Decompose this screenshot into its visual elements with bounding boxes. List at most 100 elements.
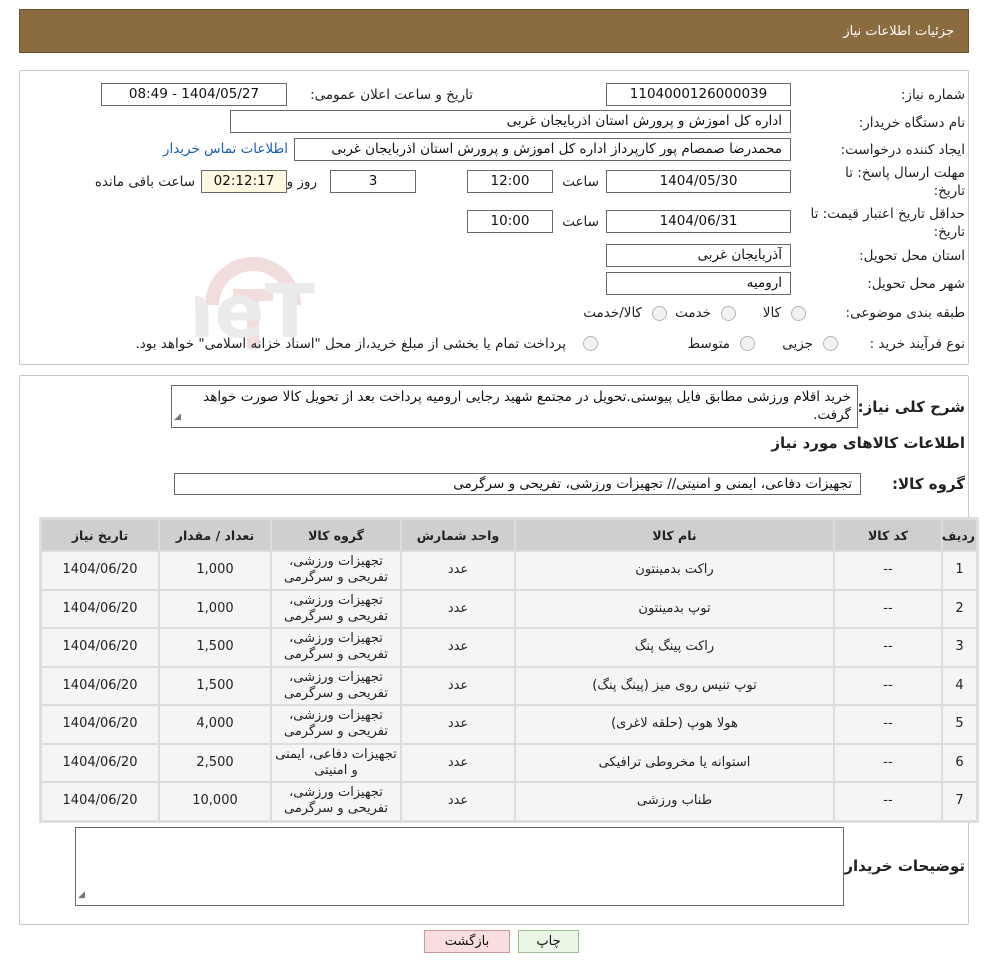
- unit-cell: عدد: [402, 590, 514, 627]
- need-date-cell: 1404/06/20: [42, 706, 158, 743]
- category-label: طبقه بندی موضوعی:: [845, 305, 965, 321]
- need-date-cell: 1404/06/20: [42, 590, 158, 627]
- process-medium-label: متوسط: [687, 336, 730, 352]
- item-group-cell: تجهیزات ورزشی، تفریحی و سرگرمی: [272, 590, 400, 627]
- creator-field: محمدرضا صمصام پور کارپرداز اداره کل اموز…: [294, 138, 791, 161]
- item-group-cell: تجهیزات ورزشی، تفریحی و سرگرمی: [272, 667, 400, 704]
- process-small-radio[interactable]: [823, 336, 838, 351]
- resize-grip-icon: ◢: [78, 890, 85, 900]
- item-name-cell: توپ بدمینتون: [516, 590, 833, 627]
- item-code-cell: --: [835, 783, 941, 820]
- item-group-cell: تجهیزات ورزشی، تفریحی و سرگرمی: [272, 783, 400, 820]
- price-validity-label-date: تاریخ:: [933, 224, 965, 240]
- city-label: شهر محل تحویل:: [867, 276, 965, 292]
- validity-time-label: ساعت: [562, 214, 599, 230]
- item-code-cell: --: [835, 706, 941, 743]
- item-group-cell: تجهیزات دفاعی، ایمنی و امنیتی: [272, 744, 400, 781]
- price-validity-label: حداقل تاریخ اعتبار قیمت: تا: [810, 206, 965, 222]
- quantity-cell: 4,000: [160, 706, 270, 743]
- table-row: 4 -- توپ تنیس روی میز (پینگ پنگ) عدد تجهیزات…: [42, 667, 976, 704]
- city-field: ارومیه: [606, 272, 791, 295]
- description-text: خرید اقلام ورزشی مطابق فایل پیوستی.تحویل…: [203, 389, 851, 423]
- announce-datetime-label: تاریخ و ساعت اعلان عمومی:: [310, 87, 473, 103]
- deadline-label: مهلت ارسال پاسخ: تا: [845, 165, 965, 181]
- province-field: آذربایجان غربی: [606, 244, 791, 267]
- item-name-cell: هولا هوپ (حلقه لاغری): [516, 706, 833, 743]
- item-code-cell: --: [835, 744, 941, 781]
- table-header-cell: واحد شمارش: [402, 520, 514, 550]
- quantity-cell: 10,000: [160, 783, 270, 820]
- category-goods-radio[interactable]: [791, 306, 806, 321]
- deadline-time-field: 12:00: [467, 170, 553, 193]
- quantity-cell: 1,500: [160, 629, 270, 666]
- need-number-field: 1104000126000039: [606, 83, 791, 106]
- item-name-cell: استوانه یا مخروطی ترافیکی: [516, 744, 833, 781]
- province-label: استان محل تحویل:: [859, 248, 965, 264]
- table-row: 7 -- طناب ورزشی عدد تجهیزات ورزشی، تفریحی و …: [42, 783, 976, 820]
- buyer-notes-textarea[interactable]: ◢: [75, 827, 844, 906]
- process-medium-radio[interactable]: [740, 336, 755, 351]
- item-group-cell: تجهیزات ورزشی، تفریحی و سرگرمی: [272, 706, 400, 743]
- unit-cell: عدد: [402, 552, 514, 589]
- buyer-org-label: نام دستگاه خریدار:: [858, 115, 965, 131]
- goods-group-label: گروه کالا:: [892, 475, 965, 493]
- category-service-radio[interactable]: [721, 306, 736, 321]
- table-header-row: ردیف کد کالا نام کالا واحد شمارش گروه کالا تع…: [42, 520, 976, 550]
- table-row: 5 -- هولا هوپ (حلقه لاغری) عدد تجهیزات ورزشی…: [42, 706, 976, 743]
- table-header-cell: نام کالا: [516, 520, 833, 550]
- treasury-payment-checkbox[interactable]: [583, 336, 598, 351]
- remaining-time-field: 02:12:17: [201, 170, 287, 193]
- item-name-cell: توپ تنیس روی میز (پینگ پنگ): [516, 667, 833, 704]
- need-date-cell: 1404/06/20: [42, 629, 158, 666]
- table-header-cell: تعداد / مقدار: [160, 520, 270, 550]
- need-date-cell: 1404/06/20: [42, 783, 158, 820]
- unit-cell: عدد: [402, 783, 514, 820]
- buyer-org-field: اداره کل اموزش و پرورش استان اذربایجان غ…: [230, 110, 791, 133]
- quantity-cell: 1,000: [160, 590, 270, 627]
- category-goods-service-label: کالا/خدمت: [583, 305, 642, 321]
- validity-date-field: 1404/06/31: [606, 210, 791, 233]
- need-date-cell: 1404/06/20: [42, 744, 158, 781]
- deadline-label-date: تاریخ:: [933, 183, 965, 199]
- row-number-cell: 5: [943, 706, 976, 743]
- item-code-cell: --: [835, 667, 941, 704]
- quantity-cell: 1,000: [160, 552, 270, 589]
- days-label: روز و: [286, 174, 317, 190]
- table-header-cell: کد کالا: [835, 520, 941, 550]
- row-number-cell: 1: [943, 552, 976, 589]
- treasury-payment-note: پرداخت تمام یا بخشی از مبلغ خرید،از محل …: [135, 336, 566, 352]
- announce-datetime-field: 1404/05/27 - 08:49: [101, 83, 287, 106]
- row-number-cell: 7: [943, 783, 976, 820]
- remaining-time-label: ساعت باقی مانده: [94, 174, 195, 190]
- description-label: شرح کلی نیاز:: [857, 398, 965, 416]
- buyer-contact-link[interactable]: اطلاعات تماس خریدار: [163, 141, 288, 157]
- creator-label: ایجاد کننده درخواست:: [840, 142, 965, 158]
- page-header: جزئیات اطلاعات نیاز: [19, 9, 969, 53]
- need-date-cell: 1404/06/20: [42, 667, 158, 704]
- buyer-notes-label: توضیحات خریدار:: [838, 857, 965, 875]
- table-row: 1 -- راکت بدمینتون عدد تجهیزات ورزشی، تفریحی…: [42, 552, 976, 589]
- item-code-cell: --: [835, 552, 941, 589]
- quantity-cell: 1,500: [160, 667, 270, 704]
- unit-cell: عدد: [402, 706, 514, 743]
- goods-section-title: اطلاعات کالاهای مورد نیاز: [771, 434, 965, 452]
- table-row: 2 -- توپ بدمینتون عدد تجهیزات ورزشی، تفریحی …: [42, 590, 976, 627]
- unit-cell: عدد: [402, 629, 514, 666]
- back-button[interactable]: بازگشت: [424, 930, 510, 953]
- category-goods-service-radio[interactable]: [652, 306, 667, 321]
- print-button[interactable]: چاپ: [518, 930, 579, 953]
- validity-time-field: 10:00: [467, 210, 553, 233]
- item-code-cell: --: [835, 590, 941, 627]
- category-service-label: خدمت: [675, 305, 711, 321]
- table-header-cell: گروه کالا: [272, 520, 400, 550]
- row-number-cell: 3: [943, 629, 976, 666]
- item-group-cell: تجهیزات ورزشی، تفریحی و سرگرمی: [272, 629, 400, 666]
- process-type-label: نوع فرآیند خرید :: [869, 336, 965, 352]
- need-date-cell: 1404/06/20: [42, 552, 158, 589]
- row-number-cell: 2: [943, 590, 976, 627]
- item-group-cell: تجهیزات ورزشی، تفریحی و سرگرمی: [272, 552, 400, 589]
- description-textarea[interactable]: خرید اقلام ورزشی مطابق فایل پیوستی.تحویل…: [171, 385, 858, 428]
- table-header-cell: ردیف: [942, 520, 976, 550]
- table-row: 6 -- استوانه یا مخروطی ترافیکی عدد تجهیزات د…: [42, 744, 976, 781]
- table-row: 3 -- راکت پینگ پنگ عدد تجهیزات ورزشی، تفریحی…: [42, 629, 976, 666]
